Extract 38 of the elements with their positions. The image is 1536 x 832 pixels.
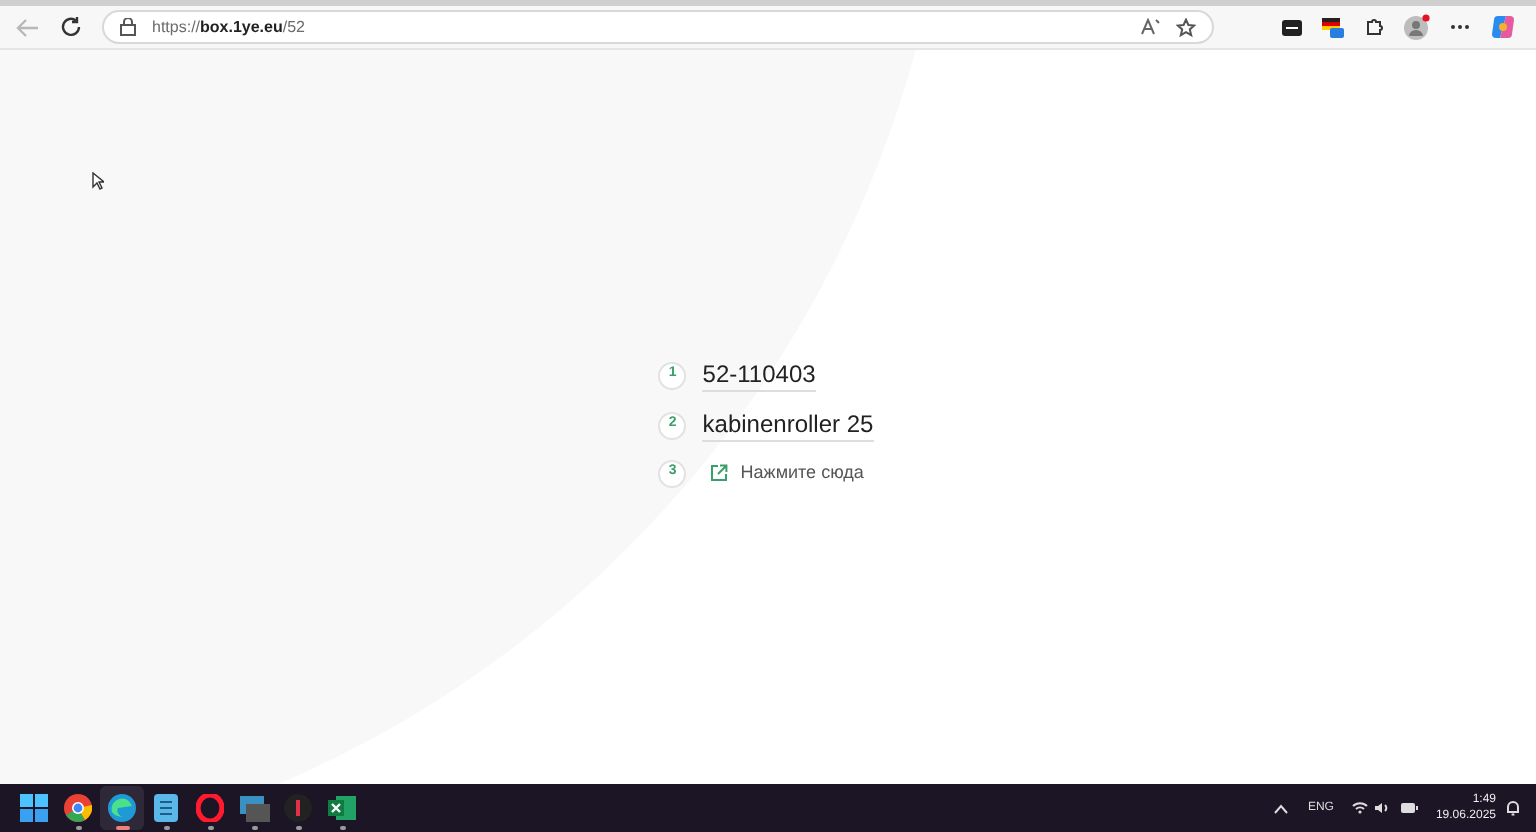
- extension-icon[interactable]: [1282, 19, 1302, 35]
- battery-icon[interactable]: [1399, 802, 1418, 814]
- read-aloud-icon[interactable]: [1140, 18, 1160, 36]
- running-indicator: [115, 826, 129, 830]
- running-indicator: [207, 826, 213, 830]
- edge-icon: [108, 794, 136, 822]
- excel-icon: [328, 794, 356, 822]
- puzzle-icon[interactable]: [1364, 17, 1384, 37]
- app-window-icon: [239, 795, 269, 821]
- wifi-icon[interactable]: [1351, 802, 1368, 814]
- notepad-icon: [154, 794, 178, 822]
- address-bar[interactable]: https://box.1ye.eu/52: [102, 10, 1214, 44]
- step-text: 52-110403: [702, 359, 816, 391]
- mouse-cursor-icon: [92, 172, 104, 190]
- refresh-icon[interactable]: [60, 16, 82, 38]
- windows-logo-icon: [20, 794, 48, 822]
- chrome-icon: [64, 794, 92, 822]
- profile-avatar-icon[interactable]: [1404, 14, 1430, 40]
- url-text: https://box.1ye.eu/52: [152, 15, 305, 39]
- running-indicator: [163, 826, 169, 830]
- running-indicator: [339, 826, 345, 830]
- opera-icon: [196, 794, 224, 822]
- running-indicator: [75, 826, 81, 830]
- flag-badge-icon[interactable]: [1322, 16, 1344, 38]
- taskbar-app[interactable]: [100, 786, 144, 830]
- click-here-link[interactable]: Нажмите сюда: [710, 459, 864, 487]
- running-indicator: [251, 826, 257, 830]
- more-icon[interactable]: [1450, 24, 1470, 30]
- external-link-icon: [710, 464, 729, 482]
- app-icon: [284, 794, 312, 822]
- speaker-icon[interactable]: [1373, 802, 1390, 814]
- star-icon[interactable]: [1176, 17, 1196, 37]
- lock-icon: [120, 18, 136, 36]
- notification-bell-icon[interactable]: [1506, 800, 1520, 816]
- chevron-up-icon[interactable]: [1273, 803, 1288, 813]
- copilot-icon[interactable]: [1490, 14, 1516, 40]
- running-indicator: [295, 826, 301, 830]
- step-text: kabinenroller 25: [702, 409, 874, 441]
